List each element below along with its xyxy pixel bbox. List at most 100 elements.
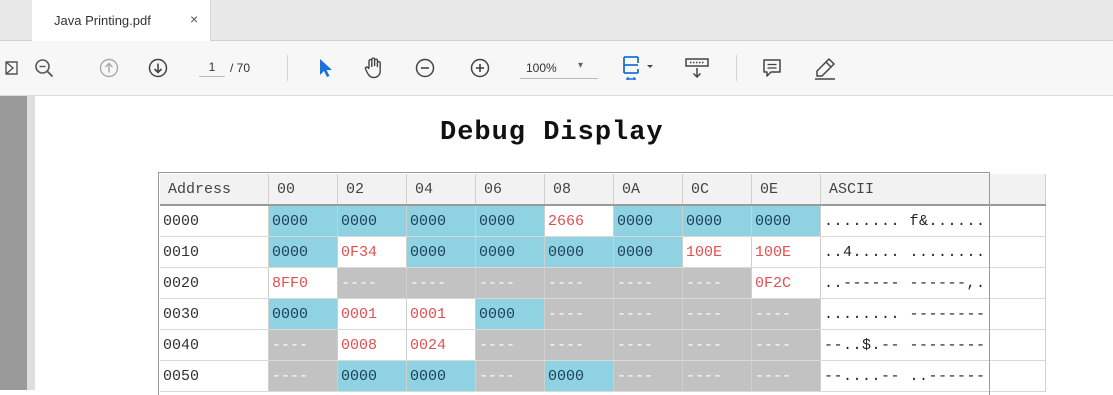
highlight-pen-icon[interactable] xyxy=(813,56,837,80)
zoom-select[interactable]: 100% ▾ xyxy=(520,56,598,79)
search-zoom-icon[interactable] xyxy=(32,56,56,80)
address-cell: 0000 xyxy=(160,205,269,237)
table-header-row: Address 00 02 04 06 08 0A 0C 0E ASCII xyxy=(160,174,1046,206)
debug-table: Address 00 02 04 06 08 0A 0C 0E ASCII 0000 0000 000… xyxy=(160,174,1046,392)
fit-page-icon[interactable] xyxy=(619,56,659,80)
hex-cell: 0000 xyxy=(268,236,338,268)
hex-cell: ---- xyxy=(751,360,821,392)
close-icon[interactable]: × xyxy=(190,11,198,27)
page-number-input[interactable] xyxy=(199,58,225,77)
hex-cell: 0008 xyxy=(337,329,407,361)
table-row: 0040 ---- 0008 0024 ---- ---- ---- ---- ---- --..… xyxy=(160,329,1046,361)
hex-cell: ---- xyxy=(268,329,338,361)
ascii-cell: ........ f&...... xyxy=(820,205,1046,237)
column-header-offset: 0C xyxy=(682,174,752,206)
ascii-cell: ........ -------- xyxy=(820,298,1046,330)
zoom-out-icon[interactable] xyxy=(413,56,437,80)
hex-cell: 0000 xyxy=(613,236,683,268)
hex-cell: 2666 xyxy=(544,205,614,237)
table-row: 0000 0000 0000 0000 0000 2666 0000 0000 0000....… xyxy=(160,205,1046,237)
next-page-icon[interactable] xyxy=(146,56,170,80)
select-cursor-icon[interactable] xyxy=(313,56,337,80)
hex-cell: ---- xyxy=(751,329,821,361)
hex-cell: ---- xyxy=(682,329,752,361)
toolbar: / 70 100% ▾ xyxy=(0,41,1113,96)
table-body: 0000 0000 0000 0000 0000 2666 0000 0000 0000....… xyxy=(160,205,1046,392)
hex-cell: 0000 xyxy=(613,205,683,237)
column-header-address: Address xyxy=(160,174,269,206)
column-header-offset: 06 xyxy=(475,174,545,206)
toolbar-divider xyxy=(736,55,737,81)
page-title: Debug Display xyxy=(440,118,664,148)
hex-cell: 0001 xyxy=(337,298,407,330)
column-header-offset: 0E xyxy=(751,174,821,206)
hex-cell: 100E xyxy=(682,236,752,268)
column-header-offset: 08 xyxy=(544,174,614,206)
ascii-cell: ..4..... ........ xyxy=(820,236,1046,268)
table-row: 0020 8FF0 ---- ---- ---- ---- ---- ---- 0F2C ..--… xyxy=(160,267,1046,299)
chevron-down-icon: ▾ xyxy=(578,60,584,71)
column-header-offset: 04 xyxy=(406,174,476,206)
hex-cell: ---- xyxy=(682,360,752,392)
hex-cell: 8FF0 xyxy=(268,267,338,299)
address-cell: 0030 xyxy=(160,298,269,330)
comment-icon[interactable] xyxy=(760,56,784,80)
hex-cell: 0000 xyxy=(406,205,476,237)
address-cell: 0040 xyxy=(160,329,269,361)
hex-cell: ---- xyxy=(337,267,407,299)
hex-cell: ---- xyxy=(544,267,614,299)
table-row: 0030 0000 0001 0001 0000 ---- ---- ---- ----....… xyxy=(160,298,1046,330)
hex-cell: 0000 xyxy=(268,205,338,237)
hex-cell: ---- xyxy=(475,360,545,392)
tab-title: Java Printing.pdf xyxy=(54,13,151,28)
hex-cell: ---- xyxy=(268,360,338,392)
hand-tool-icon[interactable] xyxy=(362,56,386,80)
page-total: / 70 xyxy=(230,61,251,75)
hex-cell: 0000 xyxy=(544,360,614,392)
hex-cell: 0000 xyxy=(682,205,752,237)
ascii-cell: --....-- ..------ xyxy=(820,360,1046,392)
hex-cell: 0000 xyxy=(475,298,545,330)
hex-cell: ---- xyxy=(544,298,614,330)
address-cell: 0020 xyxy=(160,267,269,299)
hex-cell: 0F2C xyxy=(751,267,821,299)
hex-cell: ---- xyxy=(682,267,752,299)
hex-cell: ---- xyxy=(475,329,545,361)
hex-cell: ---- xyxy=(406,267,476,299)
hex-cell: ---- xyxy=(613,267,683,299)
hex-cell: 0000 xyxy=(337,205,407,237)
hex-cell: ---- xyxy=(613,298,683,330)
hex-cell: 0000 xyxy=(475,205,545,237)
hex-cell: ---- xyxy=(544,329,614,361)
tab-java-printing[interactable]: Java Printing.pdf × xyxy=(32,0,211,41)
hex-cell: ---- xyxy=(613,360,683,392)
hex-cell: 0024 xyxy=(406,329,476,361)
column-header-ascii: ASCII xyxy=(820,174,1046,206)
hex-cell: 0000 xyxy=(751,205,821,237)
previous-page-icon[interactable] xyxy=(97,56,121,80)
address-cell: 0010 xyxy=(160,236,269,268)
left-panel-scrollbar[interactable] xyxy=(0,96,27,390)
ascii-cell: --..$.-- -------- xyxy=(820,329,1046,361)
hex-cell: 100E xyxy=(751,236,821,268)
hex-cell: 0F34 xyxy=(337,236,407,268)
hex-cell: 0001 xyxy=(406,298,476,330)
toolbar-divider xyxy=(287,55,288,81)
sidebar-toggle-icon[interactable] xyxy=(0,56,24,80)
address-cell: 0050 xyxy=(160,360,269,392)
hex-cell: 0000 xyxy=(475,236,545,268)
tab-strip: Java Printing.pdf × xyxy=(0,0,1113,41)
column-header-offset: 02 xyxy=(337,174,407,206)
zoom-in-icon[interactable] xyxy=(468,56,492,80)
hex-cell: 0000 xyxy=(406,360,476,392)
zoom-value: 100% xyxy=(526,61,557,75)
scroll-mode-icon[interactable] xyxy=(683,56,711,80)
table-row: 0050 ---- 0000 0000 ---- 0000 ---- ---- ---- --..… xyxy=(160,360,1046,392)
hex-cell: 0000 xyxy=(544,236,614,268)
hex-cell: 0000 xyxy=(268,298,338,330)
column-header-offset: 0A xyxy=(613,174,683,206)
hex-cell: 0000 xyxy=(406,236,476,268)
hex-cell: 0000 xyxy=(337,360,407,392)
hex-cell: ---- xyxy=(682,298,752,330)
hex-cell: ---- xyxy=(613,329,683,361)
